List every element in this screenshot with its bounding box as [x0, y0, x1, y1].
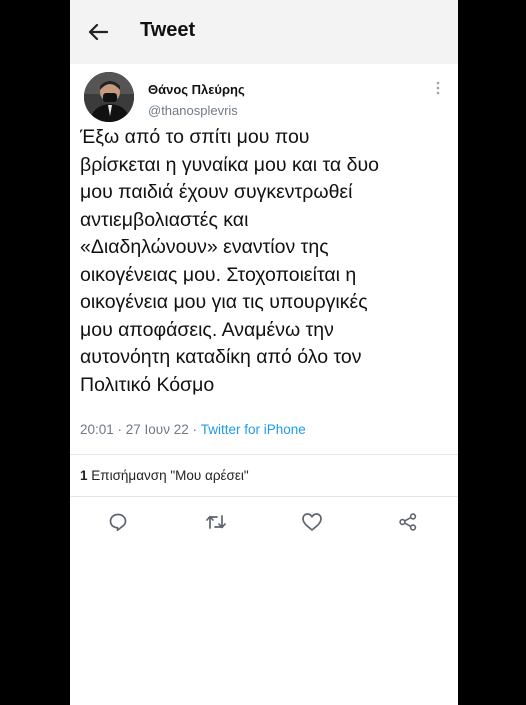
tweet-text: Έξω από το σπίτι μου που βρίσκεται η γυν…	[80, 126, 379, 396]
retweet-button[interactable]	[204, 510, 228, 534]
tweet-metadata: 20:01 · 27 Ιουν 22 · Twitter for iPhone	[80, 422, 306, 437]
avatar[interactable]	[84, 72, 134, 122]
phone-screen: Tweet Θάνος Πλεύρης @thanosplevris Έξω α…	[70, 0, 458, 705]
likes-stat[interactable]: 1 Επισήμανση "Μου αρέσει"	[80, 468, 249, 483]
more-options-button[interactable]	[428, 78, 448, 98]
profile-photo	[84, 72, 134, 122]
back-button[interactable]	[86, 20, 110, 44]
author-name[interactable]: Θάνος Πλεύρης	[148, 82, 245, 97]
likes-count: 1	[80, 468, 88, 483]
likes-label: Επισήμανση "Μου αρέσει"	[87, 468, 249, 483]
share-icon	[399, 513, 417, 531]
arrow-left-icon	[88, 23, 108, 41]
page-title: Tweet	[140, 19, 196, 41]
share-button[interactable]	[396, 510, 420, 534]
top-app-bar: Tweet	[70, 0, 458, 64]
author-handle[interactable]: @thanosplevris	[148, 103, 238, 118]
reply-icon	[109, 513, 127, 532]
tweet-actions	[70, 510, 458, 534]
divider	[70, 496, 458, 497]
tweet-timestamp: 20:01 · 27 Ιουν 22 ·	[80, 422, 201, 437]
retweet-icon	[206, 515, 226, 529]
reply-button[interactable]	[106, 510, 130, 534]
like-button[interactable]	[300, 510, 324, 534]
tweet-source-link[interactable]: Twitter for iPhone	[201, 422, 306, 437]
divider	[70, 454, 458, 455]
like-icon	[302, 513, 322, 531]
more-vertical-icon	[436, 81, 440, 95]
